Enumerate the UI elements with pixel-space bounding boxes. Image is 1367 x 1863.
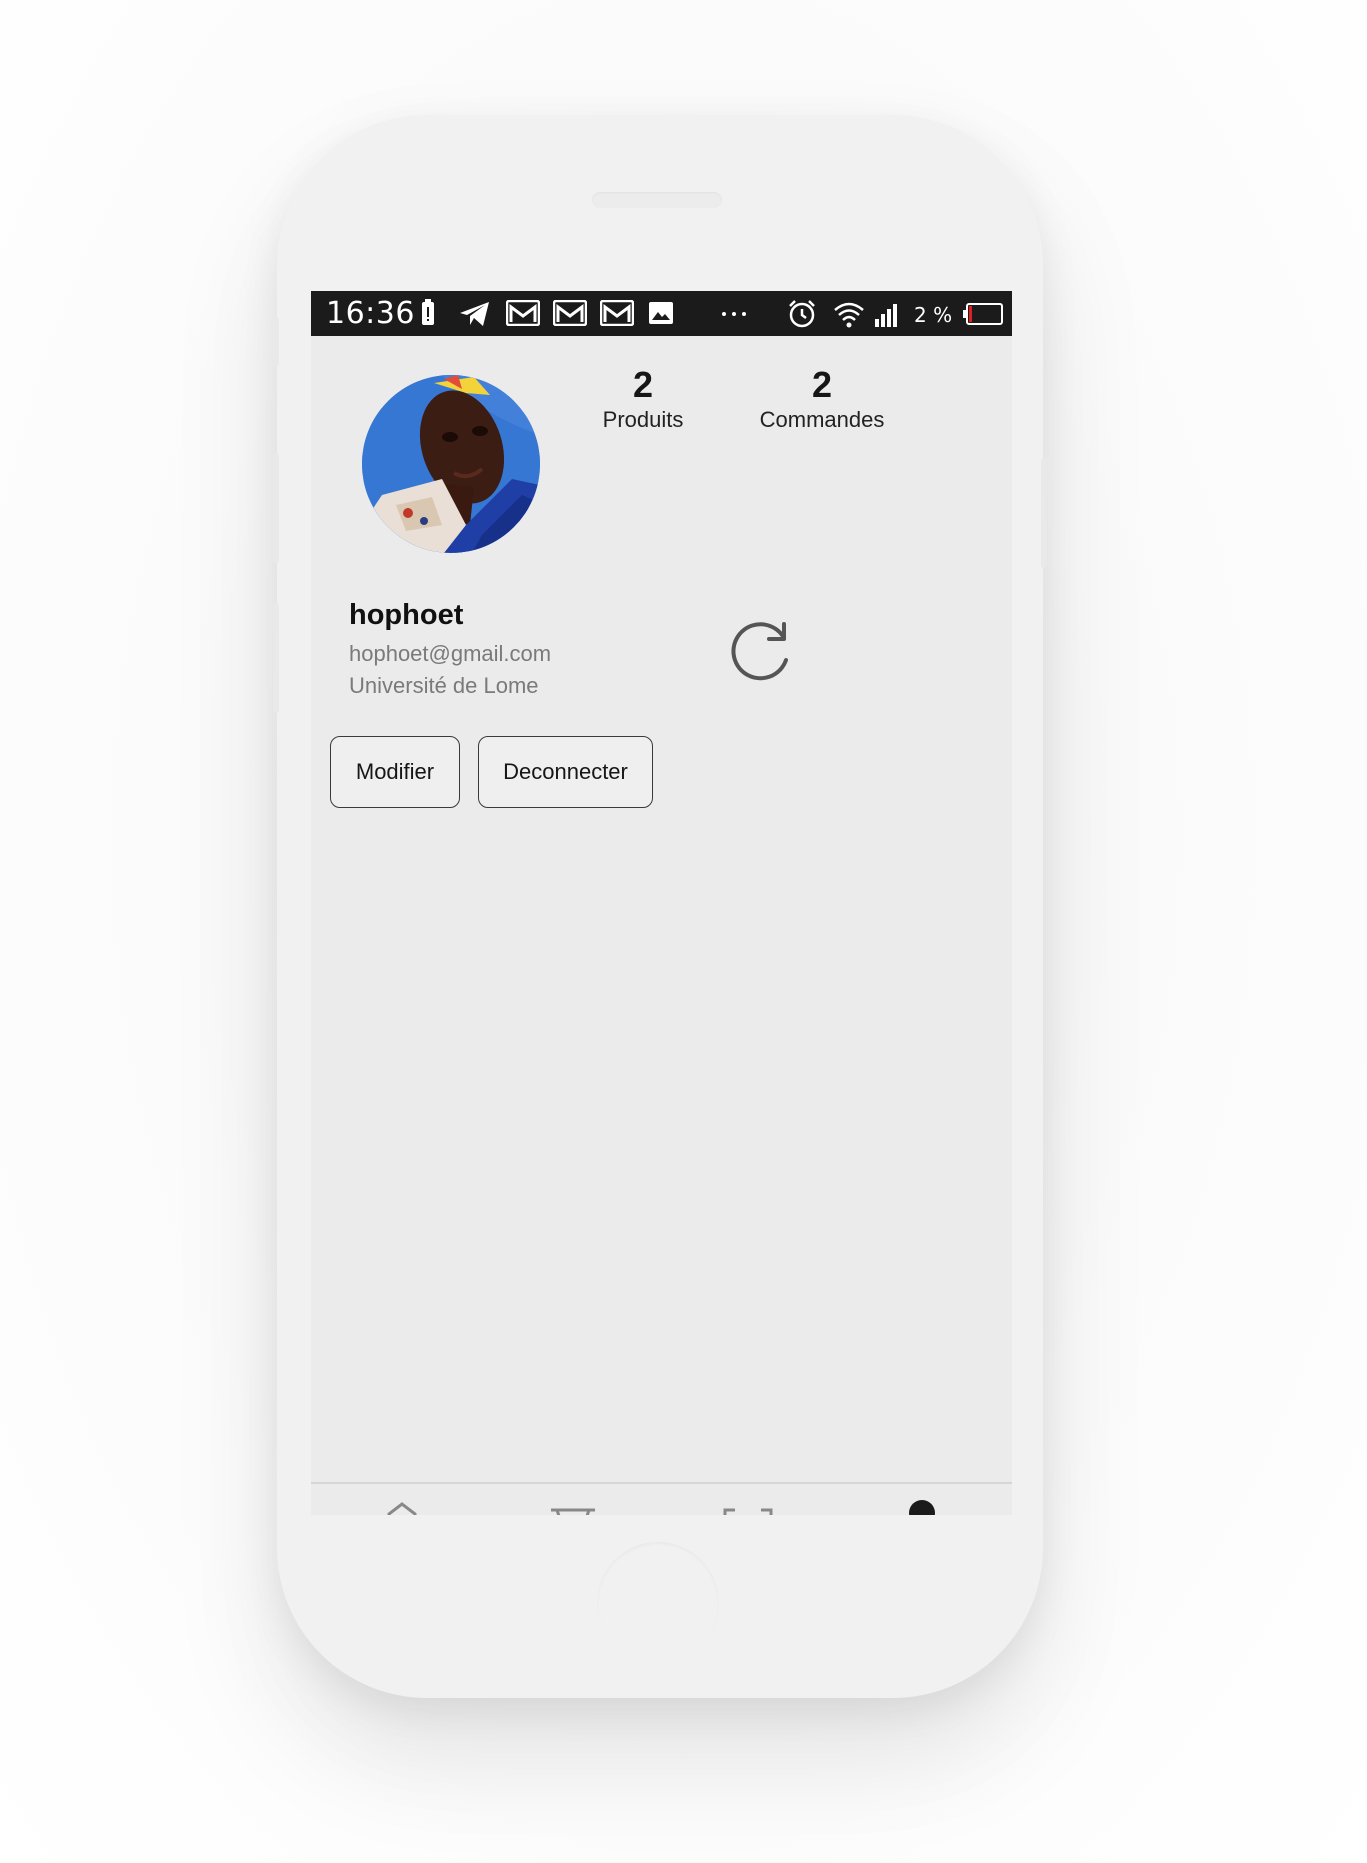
gmail-icon	[553, 300, 587, 326]
phone-power-button	[1041, 458, 1047, 568]
home-icon[interactable]	[385, 1502, 419, 1515]
status-bar: 16:36 2 %	[311, 291, 1012, 336]
battery-icon	[963, 303, 1003, 325]
bottom-nav	[311, 1482, 1012, 1515]
avatar[interactable]	[362, 375, 540, 553]
phone-volume-down	[273, 603, 279, 713]
phone-side-button	[273, 317, 279, 367]
cart-icon[interactable]	[549, 1502, 597, 1515]
stat-orders[interactable]: 2 Commandes	[717, 364, 927, 434]
user-name: hophoet	[349, 599, 464, 631]
battery-percent: 2 %	[914, 303, 953, 327]
phone-home-button[interactable]	[597, 1542, 719, 1664]
wifi-icon	[834, 302, 864, 328]
app-screen: 16:36 2 % 2 Produits 2 Commandes hophoet…	[311, 291, 1012, 1515]
products-count: 2	[632, 364, 654, 405]
gmail-icon	[600, 300, 634, 326]
products-label: Produits	[602, 407, 684, 432]
user-school: Université de Lome	[349, 673, 539, 698]
avatar-photo	[362, 375, 540, 553]
gmail-icon	[506, 300, 540, 326]
orders-label: Commandes	[759, 407, 885, 432]
status-time: 16:36	[326, 296, 415, 331]
phone-speaker	[592, 192, 722, 208]
user-email: hophoet@gmail.com	[349, 641, 552, 666]
telegram-icon	[460, 302, 489, 326]
battery-alert-icon	[422, 299, 434, 325]
alarm-icon	[789, 300, 815, 328]
edit-profile-button[interactable]: Modifier	[330, 736, 460, 808]
image-icon	[649, 302, 673, 324]
logout-button[interactable]: Deconnecter	[478, 736, 653, 808]
scan-icon[interactable]	[723, 1502, 773, 1515]
orders-count: 2	[811, 364, 833, 405]
stat-products[interactable]: 2 Produits	[543, 364, 743, 434]
more-dots-icon	[722, 312, 746, 316]
profile-icon[interactable]	[907, 1498, 937, 1515]
phone-volume-up	[273, 453, 279, 563]
refresh-icon[interactable]	[726, 616, 796, 686]
signal-icon	[875, 304, 897, 327]
